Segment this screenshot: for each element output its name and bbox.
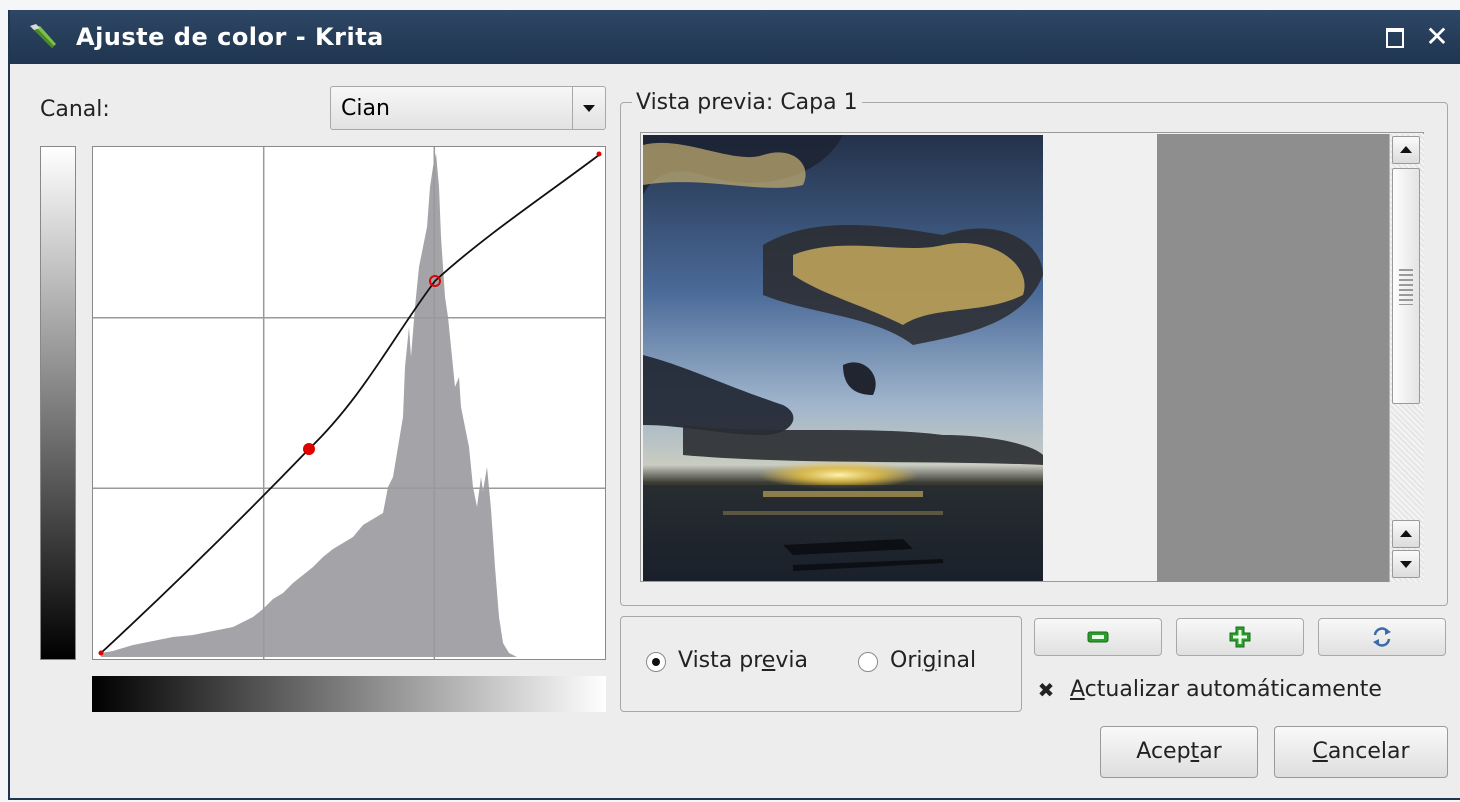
preview-scrollbar[interactable] [1389, 134, 1424, 582]
scrollbar-thumb[interactable] [1392, 168, 1420, 404]
close-button[interactable]: ✕ [1424, 23, 1450, 51]
radio-original-label[interactable]: Original [890, 648, 976, 673]
channel-select-value: Cian [341, 96, 390, 121]
window-title: Ajuste de color - Krita [76, 23, 384, 51]
canvas-background [1157, 134, 1389, 582]
refresh-button[interactable] [1318, 618, 1446, 656]
curve-editor[interactable] [92, 146, 606, 660]
preview-viewport[interactable] [640, 132, 1424, 582]
refresh-icon [1373, 627, 1391, 647]
auto-update-checkbox[interactable]: ✖ [1036, 680, 1056, 700]
channel-select[interactable]: Cian [330, 86, 606, 130]
curve-endpoint-start[interactable] [98, 650, 104, 656]
auto-update-label[interactable]: Actualizar automáticamente [1070, 677, 1382, 702]
radio-original[interactable] [858, 652, 878, 672]
zoom-in-button[interactable] [1176, 618, 1304, 656]
accept-button[interactable]: Aceptar [1100, 726, 1258, 778]
scroll-up-arrow-icon[interactable] [1392, 520, 1420, 548]
output-gradient-bar [40, 146, 76, 660]
krita-app-icon [30, 24, 56, 48]
curve-point-selected[interactable] [303, 443, 315, 455]
channel-label: Canal: [40, 97, 110, 122]
radio-vista-previa[interactable] [646, 652, 666, 672]
maximize-button[interactable] [1382, 24, 1408, 50]
scroll-down-arrow-icon[interactable] [1392, 550, 1420, 578]
curve-endpoint-end[interactable] [596, 151, 602, 157]
scroll-up-arrow-icon[interactable] [1392, 136, 1420, 164]
curve-canvas[interactable] [93, 147, 605, 659]
zoom-out-button[interactable] [1034, 618, 1162, 656]
minus-icon [1087, 631, 1109, 643]
chevron-down-icon[interactable] [572, 87, 605, 129]
histogram [101, 153, 517, 657]
input-gradient-bar [92, 676, 606, 712]
preview-group-title: Vista previa: Capa 1 [632, 90, 862, 115]
cancel-button[interactable]: Cancelar [1274, 726, 1448, 778]
radio-vista-previa-label[interactable]: Vista previa [678, 648, 808, 673]
plus-icon [1229, 626, 1251, 648]
color-adjust-dialog: Ajuste de color - Krita ✕ Canal: Cian Vi… [8, 10, 1460, 800]
grip-icon [1399, 269, 1413, 305]
preview-image [643, 135, 1043, 581]
title-bar[interactable]: Ajuste de color - Krita ✕ [10, 10, 1460, 64]
